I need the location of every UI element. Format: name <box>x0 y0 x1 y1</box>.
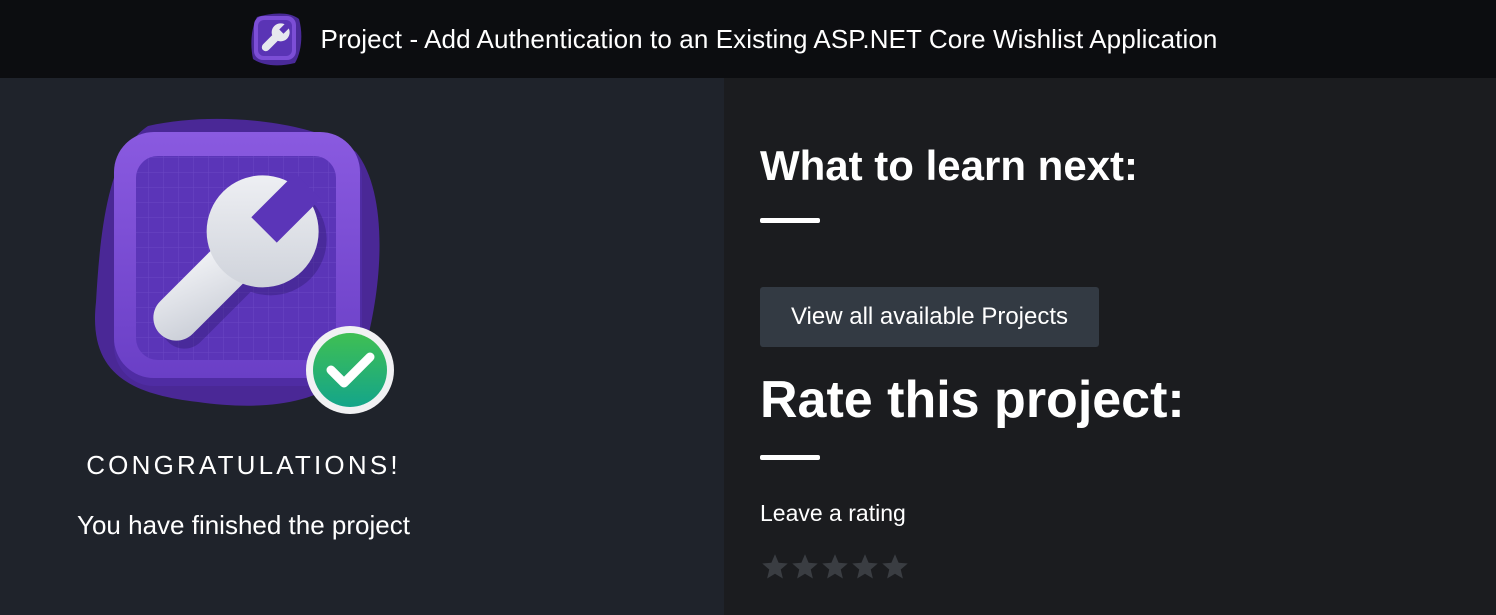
heading-divider <box>760 218 820 223</box>
header-content: Project - Add Authentication to an Exist… <box>249 11 1218 67</box>
star-4-icon[interactable] <box>850 552 880 582</box>
completion-panel: CONGRATULATIONS! You have finished the p… <box>0 78 724 615</box>
star-5-icon[interactable] <box>880 552 910 582</box>
congratulations-label: CONGRATULATIONS! <box>86 450 401 480</box>
wrench-icon <box>249 11 303 67</box>
star-1-icon[interactable] <box>760 552 790 582</box>
view-all-projects-button[interactable]: View all available Projects <box>760 287 1099 347</box>
star-3-icon[interactable] <box>820 552 850 582</box>
star-2-icon[interactable] <box>790 552 820 582</box>
project-title: Project - Add Authentication to an Exist… <box>320 23 1218 54</box>
next-steps-panel: What to learn next: View all available P… <box>724 78 1496 615</box>
finished-message: You have finished the project <box>77 510 410 540</box>
heading-divider <box>760 455 820 460</box>
top-bar: Project - Add Authentication to an Exist… <box>0 0 1496 78</box>
star-rating <box>760 552 910 582</box>
what-to-learn-heading: What to learn next: <box>760 142 1139 189</box>
project-badge <box>88 112 408 422</box>
rate-project-heading: Rate this project: <box>760 371 1185 429</box>
project-badge-graphic <box>94 118 394 414</box>
leave-rating-label: Leave a rating <box>760 500 906 526</box>
